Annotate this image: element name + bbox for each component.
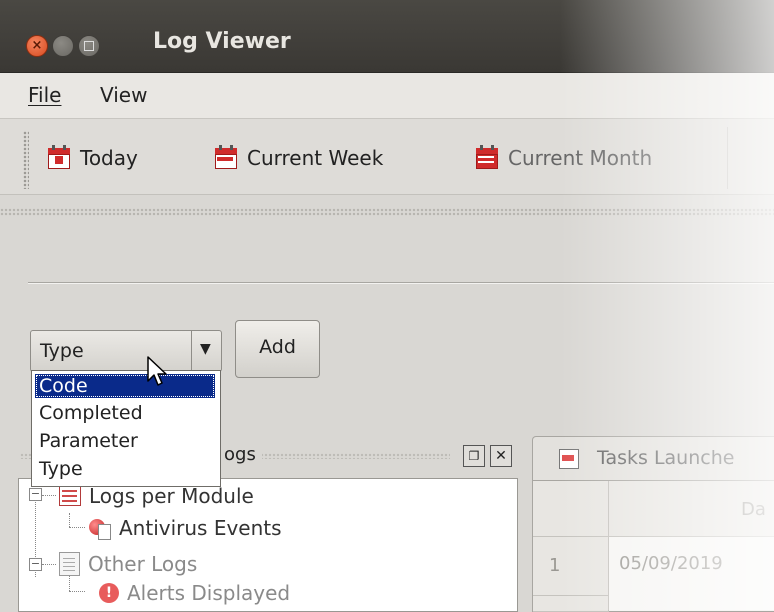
close-panel-button[interactable]: ✕ — [490, 445, 512, 467]
toolbar-separator — [727, 127, 742, 189]
maximize-icon — [84, 41, 94, 51]
tree-item-label: Other Logs — [88, 552, 198, 576]
row-header[interactable]: 1 — [533, 537, 609, 596]
menu-file[interactable]: File — [28, 83, 61, 107]
maximize-window-button[interactable] — [78, 35, 100, 57]
calendar-month-icon — [476, 145, 498, 169]
current-week-button[interactable]: Current Week — [215, 144, 383, 172]
toolbar-grip[interactable] — [23, 131, 29, 189]
collapse-icon[interactable]: − — [29, 488, 42, 501]
current-week-label: Current Week — [247, 146, 384, 170]
table-icon — [59, 486, 81, 506]
today-label: Today — [80, 146, 138, 170]
antivirus-icon — [89, 517, 111, 540]
combo-dropdown-button[interactable]: ▼ — [191, 331, 222, 371]
option-completed[interactable]: Completed — [35, 401, 215, 425]
calendar-week-icon — [215, 145, 237, 169]
chevron-down-icon: ▼ — [200, 341, 211, 357]
divider — [28, 282, 774, 284]
close-window-button[interactable]: × — [26, 35, 48, 57]
column-header-label: Da — [741, 499, 766, 520]
tree-item-logs-per-module[interactable]: Logs per Module — [59, 484, 254, 508]
current-month-button[interactable]: Current Month — [476, 144, 652, 172]
results-grid: Da 1 05/09/2019 — [532, 480, 774, 612]
tasks-icon — [559, 449, 579, 469]
column-header-date[interactable]: Da — [609, 481, 774, 537]
float-panel-button[interactable]: ❐ — [463, 445, 485, 467]
calendar-day-icon — [48, 145, 70, 169]
menu-bar: File View — [0, 73, 774, 119]
tree-item-other-logs[interactable]: Other Logs — [59, 552, 197, 576]
combo-options-list: Code Completed Parameter Type — [31, 370, 221, 487]
close-icon: ✕ — [495, 448, 507, 464]
cell-date[interactable]: 05/09/2019 — [619, 553, 723, 574]
tree-item-label: Logs per Module — [89, 484, 254, 508]
log-tree: − Logs per Module Antivirus Events − Oth… — [18, 478, 518, 612]
today-button[interactable]: Today — [48, 144, 138, 172]
document-icon — [59, 552, 80, 576]
tab-label: Tasks Launche — [597, 447, 735, 469]
minimize-window-button[interactable] — [52, 35, 74, 57]
tree-item-label: Alerts Displayed — [127, 581, 291, 605]
tree-item-alerts-displayed[interactable]: ! Alerts Displayed — [99, 581, 290, 605]
add-button-label: Add — [259, 336, 296, 358]
option-code[interactable]: Code — [35, 374, 215, 398]
collapse-icon[interactable]: − — [29, 558, 42, 571]
menu-view[interactable]: View — [100, 83, 147, 107]
add-button[interactable]: Add — [235, 320, 320, 378]
toolbar: Today Current Week Current Month — [0, 119, 774, 195]
close-icon: × — [31, 38, 43, 53]
combo-value: Type — [40, 340, 84, 362]
window-title: Log Viewer — [153, 29, 291, 54]
option-parameter[interactable]: Parameter — [35, 429, 215, 453]
mouse-cursor-icon — [147, 356, 167, 386]
panel-title: ogs — [220, 444, 262, 465]
option-type[interactable]: Type — [35, 457, 215, 481]
tree-item-label: Antivirus Events — [119, 516, 282, 540]
grid-corner[interactable] — [533, 481, 609, 537]
current-month-label: Current Month — [508, 146, 653, 170]
tab-tasks-launched[interactable]: Tasks Launche — [532, 436, 774, 481]
row-number: 1 — [549, 555, 561, 576]
alert-icon: ! — [99, 583, 119, 603]
restore-icon: ❐ — [468, 449, 480, 463]
dock-splitter[interactable] — [0, 208, 774, 216]
tree-item-antivirus-events[interactable]: Antivirus Events — [89, 516, 282, 540]
title-bar: × Log Viewer — [0, 0, 774, 73]
field-type-combo[interactable]: Type ▼ — [30, 330, 222, 372]
